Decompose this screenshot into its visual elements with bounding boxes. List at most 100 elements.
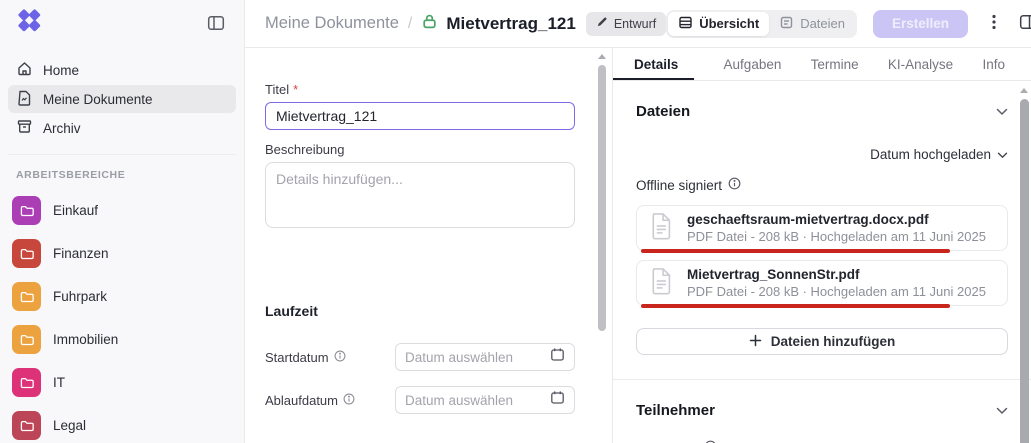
add-files-label: Dateien hinzufügen [771, 334, 896, 349]
file-name: geschaeftsraum-mietvertrag.docx.pdf [687, 212, 986, 228]
lock-icon [421, 13, 438, 35]
plus-icon [749, 334, 762, 350]
panel-scrollbar[interactable] [1018, 88, 1030, 443]
files-section-header[interactable]: Dateien [636, 103, 1008, 120]
workspace-list: Einkauf Finanzen Fuhrpark Immobilien [0, 189, 244, 443]
description-field-label: Beschreibung [265, 142, 612, 157]
chevron-down-icon [997, 147, 1008, 162]
workspace-label: Fuhrpark [53, 289, 107, 304]
view-toggle-overview[interactable]: Übersicht [668, 12, 769, 36]
section-divider [613, 379, 1031, 380]
file-card[interactable]: geschaeftsraum-mietvertrag.docx.pdf PDF … [636, 205, 1008, 251]
sidebar-item-label: Home [43, 63, 79, 78]
detail-panel: Details Aufgaben Termine KI-Analyse Info… [612, 48, 1031, 443]
sidebar-item-archiv[interactable]: Archiv [8, 114, 236, 142]
sidebar-item-label: Archiv [43, 121, 81, 136]
description-textarea[interactable] [265, 162, 575, 228]
calendar-icon [550, 390, 565, 410]
form-scrollbar[interactable] [597, 54, 607, 331]
end-date-label: Ablaufdatum [265, 393, 395, 408]
workspace-item-legal[interactable]: Legal [0, 404, 244, 443]
workspace-item-einkauf[interactable]: Einkauf [0, 189, 244, 232]
start-date-label: Startdatum [265, 350, 395, 365]
document-form: Titel* Beschreibung Laufzeit Startdatum [245, 48, 612, 443]
scrollbar-thumb[interactable] [598, 65, 606, 331]
laufzeit-heading: Laufzeit [265, 303, 612, 319]
kebab-icon [986, 13, 1002, 34]
add-files-button[interactable]: Dateien hinzufügen [636, 328, 1008, 355]
split-view-button[interactable] [1014, 8, 1031, 39]
workspace-item-immobilien[interactable]: Immobilien [0, 318, 244, 361]
tab-aufgaben[interactable]: Aufgaben [724, 48, 782, 80]
start-date-input[interactable] [405, 350, 550, 365]
workspace-label: Immobilien [53, 332, 118, 347]
file-meta: PDF Datei - 208 kB · Hochgeladen am 11 J… [687, 230, 986, 244]
sidebar-divider [8, 154, 236, 155]
pdf-file-icon [651, 267, 674, 300]
file-row: Mietvertrag_SonnenStr.pdf PDF Datei - 20… [636, 260, 1008, 306]
required-mark: * [293, 82, 298, 97]
tab-info[interactable]: Info [982, 48, 1005, 80]
home-icon [16, 60, 33, 80]
chevron-down-icon[interactable] [996, 108, 1008, 116]
pdf-file-icon [651, 212, 674, 245]
folder-icon [12, 411, 41, 440]
red-underline-annotation [641, 249, 950, 253]
tab-termine[interactable]: Termine [811, 48, 859, 80]
app-window: Home Meine Dokumente [0, 0, 1031, 443]
files-icon [779, 15, 794, 33]
tab-details[interactable]: Details [613, 48, 694, 80]
sidebar-item-meine-dokumente[interactable]: Meine Dokumente [8, 85, 236, 113]
workspace-item-it[interactable]: IT [0, 361, 244, 404]
file-row: geschaeftsraum-mietvertrag.docx.pdf PDF … [636, 205, 1008, 251]
folder-icon [12, 325, 41, 354]
scroll-up-icon[interactable] [1020, 88, 1028, 93]
workspaces-section-label: ARBEITSBEREICHE [16, 169, 244, 181]
end-date-picker[interactable] [395, 386, 575, 414]
sort-label: Datum hochgeladen [870, 147, 991, 162]
sort-dropdown[interactable]: Datum hochgeladen [636, 147, 1008, 162]
end-date-input[interactable] [405, 393, 550, 408]
file-name: Mietvertrag_SonnenStr.pdf [687, 267, 986, 283]
workspace-label: Legal [53, 418, 86, 433]
participants-section-header[interactable]: Teilnehmer [636, 402, 1008, 419]
breadcrumb-parent[interactable]: Meine Dokumente [265, 14, 399, 33]
create-button[interactable]: Erstellen [873, 10, 968, 38]
workspace-item-finanzen[interactable]: Finanzen [0, 232, 244, 275]
content-column: Meine Dokumente / Mietvertrag_121 Entwur… [245, 0, 1031, 443]
folder-icon [12, 196, 41, 225]
status-badge[interactable]: Entwurf [586, 12, 666, 36]
page-header: Meine Dokumente / Mietvertrag_121 Entwur… [245, 0, 1031, 48]
pencil-icon [596, 16, 608, 31]
overview-icon [678, 15, 693, 33]
workspace-item-fuhrpark[interactable]: Fuhrpark [0, 275, 244, 318]
start-date-picker[interactable] [395, 343, 575, 371]
folder-icon [12, 368, 41, 397]
panel-left-icon [206, 13, 226, 36]
file-card[interactable]: Mietvertrag_SonnenStr.pdf PDF Datei - 20… [636, 260, 1008, 306]
workspace-label: IT [53, 375, 65, 390]
sidebar-item-home[interactable]: Home [8, 56, 236, 84]
view-toggle-files[interactable]: Dateien [769, 12, 855, 36]
chevron-down-icon[interactable] [996, 407, 1008, 415]
detail-panel-content: Dateien Datum hochgeladen Offline signie… [613, 103, 1031, 443]
view-toggle: Übersicht Dateien [666, 10, 857, 38]
sidebar-header [0, 0, 244, 48]
more-menu-button[interactable] [982, 9, 1006, 38]
scrollbar-thumb[interactable] [1020, 99, 1029, 443]
page-title: Mietvertrag_121 [446, 14, 575, 34]
sidebar-collapse-button[interactable] [202, 9, 230, 40]
document-icon [16, 89, 33, 109]
app-logo-icon [16, 8, 43, 40]
calendar-icon [550, 347, 565, 367]
scroll-up-icon[interactable] [598, 54, 606, 59]
offline-signed-label-row: Offline signiert [636, 177, 1008, 193]
start-date-row: Startdatum [265, 343, 575, 371]
info-icon [334, 350, 346, 365]
view-toggle-files-label: Dateien [800, 16, 845, 31]
files-section-title: Dateien [636, 103, 690, 120]
info-icon[interactable] [728, 177, 741, 193]
breadcrumb-separator: / [408, 15, 412, 33]
tab-ki-analyse[interactable]: KI-Analyse [888, 48, 953, 80]
title-input[interactable] [265, 102, 575, 130]
